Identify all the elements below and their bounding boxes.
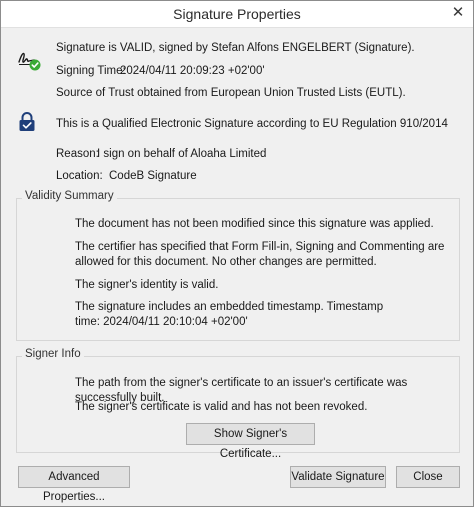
reason-label: Reason:: [56, 148, 99, 160]
validity-item: The signature includes an embedded times…: [75, 301, 384, 328]
qualified-signature-text: This is a Qualified Electronic Signature…: [56, 118, 448, 130]
location-label: Location:: [56, 170, 103, 182]
lock-icon: [19, 112, 35, 131]
reason-value: I sign on behalf of Aloaha Limited: [97, 148, 267, 160]
close-button[interactable]: Close: [396, 466, 460, 488]
advanced-properties-button[interactable]: Advanced Properties...: [18, 466, 130, 503]
trust-source: Source of Trust obtained from European U…: [56, 87, 406, 99]
signature-properties-dialog: Signature Properties ✕ Signature is VALI…: [0, 0, 474, 507]
show-signers-certificate-button[interactable]: Show Signer's Certificate...: [186, 423, 315, 460]
signing-time-value: 2024/04/11 20:09:23 +02'00': [120, 65, 265, 77]
validity-summary-label: Validity Summary: [22, 190, 117, 202]
signature-valid-icon: [18, 52, 41, 71]
close-icon[interactable]: ✕: [443, 1, 473, 27]
location-value: CodeB Signature: [109, 170, 197, 182]
signer-info-group: Signer Info The path from the signer's c…: [16, 348, 460, 460]
signer-info-item: The signer's certificate is valid and ha…: [75, 401, 368, 413]
title-bar: Signature Properties ✕: [1, 1, 473, 28]
signing-time-label: Signing Time:: [56, 65, 126, 77]
signature-status: Signature is VALID, signed by Stefan Alf…: [56, 42, 415, 54]
validate-signature-button[interactable]: Validate Signature: [290, 466, 386, 488]
validity-item: The certifier has specified that Form Fi…: [75, 241, 445, 268]
validity-summary-group: Validity Summary The document has not be…: [16, 190, 460, 341]
validity-item: The document has not been modified since…: [75, 218, 434, 230]
validity-item: The signer's identity is valid.: [75, 279, 219, 291]
signer-info-label: Signer Info: [22, 348, 84, 360]
dialog-title: Signature Properties: [173, 6, 301, 22]
